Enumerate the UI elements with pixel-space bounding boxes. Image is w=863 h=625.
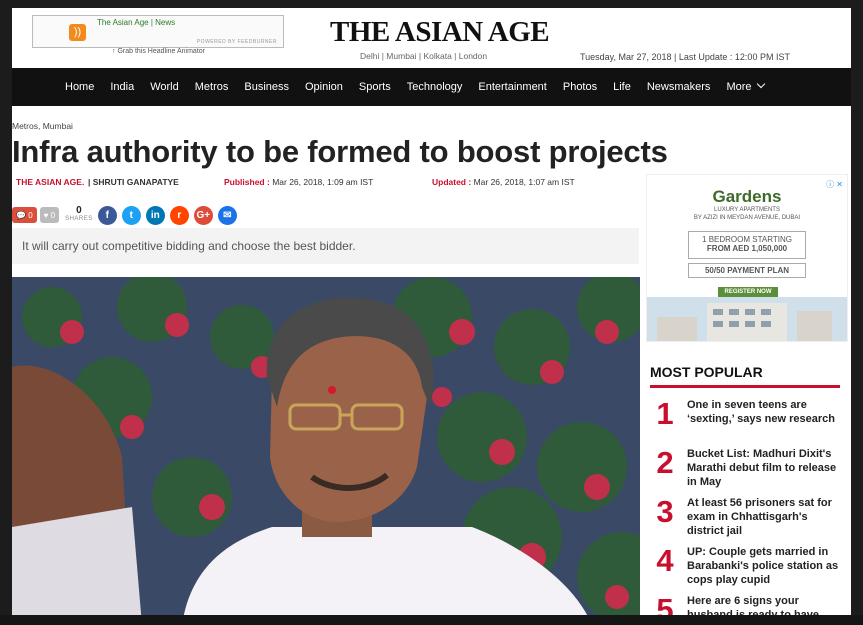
ad-offer-line1: 1 BEDROOM STARTING [702,235,792,244]
nav-metros[interactable]: Metros [187,81,237,93]
share-bar: 💬 0 ♥ 0 0 SHARES f t in r G+ ✉ [12,205,237,225]
popular-headline[interactable]: One in seven teens are ‘sexting,’ says n… [687,398,842,426]
ad-subtitle-2: BY AZIZI IN MEYDAN AVENUE, DUBAI [693,215,801,221]
email-share-icon[interactable]: ✉ [217,205,237,225]
nav-world[interactable]: World [142,81,187,93]
nav-opinion[interactable]: Opinion [297,81,351,93]
most-popular-divider [650,385,840,388]
rank-number: 4 [656,543,674,578]
nav-more-label: More [726,81,752,93]
facebook-share-icon[interactable]: f [97,205,117,225]
main-nav: Home India World Metros Business Opinion… [12,68,851,106]
popular-headline[interactable]: UP: Couple gets married in Barabanki's p… [687,545,842,587]
article-headline: Infra authority to be formed to boost pr… [12,134,668,169]
rank-number: 1 [656,396,674,431]
dateline: Tuesday, Mar 27, 2018 | Last Update : 12… [580,52,790,62]
nav-photos[interactable]: Photos [555,81,605,93]
shares-label: SHARES [65,216,93,222]
ad-subtitle: LUXURY APARTMENTS [714,207,780,213]
chevron-down-icon [756,79,765,89]
source-name[interactable]: THE ASIAN AGE. [16,177,84,187]
ad-payment-box: 50/50 PAYMENT PLAN [688,263,806,278]
nav-sports[interactable]: Sports [351,81,399,93]
sidebar-advertisement[interactable]: ⓘ ✕ Gardens LUXURY APARTMENTS BY AZIZI I… [646,174,848,342]
comments-counter[interactable]: 💬 0 [12,207,37,223]
feed-title[interactable]: The Asian Age | News [97,18,175,27]
ad-offer-box: 1 BEDROOM STARTING FROM AED 1,050,000 [688,231,806,259]
nav-newsmakers[interactable]: Newsmakers [639,81,719,93]
likes-counter[interactable]: ♥ 0 [39,207,60,223]
feed-powered-by: POWERED BY FEEDBURNER [196,39,277,45]
shares-counter: 0 SHARES [65,206,93,224]
comment-icon: 💬 [16,210,26,220]
site-logo[interactable]: THE ASIAN AGE [330,16,550,49]
ad-register-button[interactable]: REGISTER NOW [718,287,778,297]
article-photo-image [12,277,640,625]
article-summary: It will carry out competitive bidding an… [12,228,639,264]
nav-india[interactable]: India [102,81,142,93]
page: )) The Asian Age | News POWERED BY FEEDB… [12,8,851,625]
twitter-share-icon[interactable]: t [121,205,141,225]
updated-label: Updated : [432,177,472,187]
author-name[interactable]: | SHRUTI GANAPATYE [88,177,179,187]
ad-logo: Gardens [712,187,782,206]
reddit-share-icon[interactable]: r [169,205,189,225]
breadcrumb[interactable]: Metros, Mumbai [12,121,73,131]
updated-date: Mar 26, 2018, 1:07 am IST [473,177,575,187]
ad-offer-line2: FROM AED 1,050,000 [706,244,788,253]
most-popular-title: MOST POPULAR [650,364,763,380]
rank-number: 2 [656,445,674,480]
updated-info: Updated : Mar 26, 2018, 1:07 am IST [432,177,575,187]
linkedin-share-icon[interactable]: in [145,205,165,225]
published-info: Published : Mar 26, 2018, 1:09 am IST [224,177,373,187]
nav-entertainment[interactable]: Entertainment [470,81,554,93]
comments-count: 0 [28,210,33,220]
nav-life[interactable]: Life [605,81,639,93]
popular-headline[interactable]: At least 56 prisoners sat for exam in Ch… [687,496,842,538]
published-date: Mar 26, 2018, 1:09 am IST [272,177,374,187]
nav-technology[interactable]: Technology [399,81,471,93]
edition-cities: Delhi | Mumbai | Kolkata | London [360,51,488,61]
grab-animator-link[interactable]: ↑ Grab this Headline Animator [112,48,205,55]
nav-business[interactable]: Business [236,81,297,93]
nav-more[interactable]: More [718,79,771,93]
rss-icon: )) [69,24,86,41]
published-label: Published : [224,177,270,187]
headline-animator[interactable]: )) The Asian Age | News POWERED BY FEEDB… [32,15,284,48]
article-photo [12,277,640,625]
popular-headline[interactable]: Bucket List: Madhuri Dixit's Marathi deb… [687,447,842,489]
likes-count: 0 [50,210,56,220]
bottom-taskbar [0,615,863,625]
heart-icon: ♥ [43,210,49,220]
nav-home[interactable]: Home [57,81,102,93]
google-plus-share-icon[interactable]: G+ [193,205,213,225]
rank-number: 3 [656,494,674,529]
ad-building-image [647,297,847,341]
